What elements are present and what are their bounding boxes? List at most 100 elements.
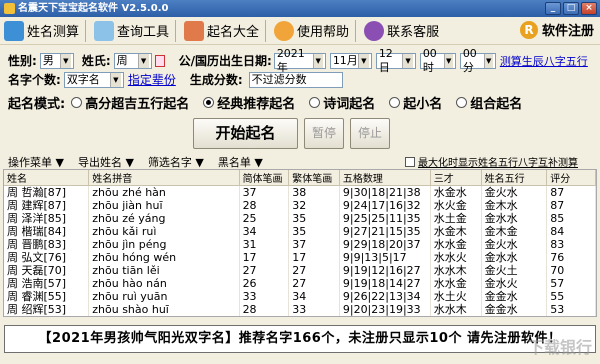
- checkbox-label: 最大化时显示姓名五行八字互补测算: [418, 158, 578, 169]
- table-cell: 55: [546, 290, 596, 303]
- column-header[interactable]: 姓名: [4, 170, 90, 186]
- year-select[interactable]: 2021年 ▼: [273, 47, 326, 74]
- stop-button[interactable]: 停止: [350, 118, 390, 149]
- table-row[interactable]: 周 泽洋[85] zhōu zé yáng 25 35 9|25|25|11|35 水土金…: [4, 212, 596, 225]
- toolbar-item-names[interactable]: 起名大全: [180, 18, 270, 44]
- hour-select[interactable]: 00时 ▼: [419, 47, 456, 74]
- mode-radio-nickname[interactable]: 起小名: [389, 93, 442, 112]
- surname-edit-icon[interactable]: [154, 54, 165, 67]
- toolbar-item-calc[interactable]: 姓名测算: [0, 18, 90, 44]
- table-row[interactable]: 周 天磊[70] zhōu tiān lěi 27 27 9|19|12|16|27 水水…: [4, 264, 596, 277]
- column-header[interactable]: 评分: [546, 170, 596, 186]
- table-cell: zhōu shào huī: [88, 303, 240, 316]
- day-select[interactable]: 12日 ▼: [375, 47, 416, 74]
- table-cell: 9|25|25|11|35: [339, 212, 431, 225]
- table-cell: 57: [546, 277, 596, 290]
- table-cell: zhōu ruì yuān: [88, 290, 240, 303]
- mode-label: 起名模式:: [8, 97, 66, 112]
- table-row[interactable]: 周 楷瑞[84] zhōu kǎi ruì 34 35 9|27|21|15|35 水金木…: [4, 225, 596, 238]
- register-button[interactable]: R 软件注册: [519, 20, 594, 39]
- table-cell: 金水水: [481, 212, 548, 225]
- mode-radio-poetry[interactable]: 诗词起名: [309, 93, 375, 112]
- table-cell: 周 泽洋[85]: [4, 212, 90, 225]
- table-cell: 水水金: [430, 238, 482, 251]
- mode-radio-wuxing[interactable]: 高分超吉五行起名: [71, 93, 189, 112]
- table-cell: 9|30|18|21|38: [339, 185, 431, 199]
- table-cell: zhōu jìn péng: [88, 238, 240, 251]
- mode-option-label: 组合起名: [470, 97, 523, 112]
- column-header[interactable]: 繁体笔画: [288, 170, 340, 186]
- table-cell: 周 建辉[87]: [4, 199, 90, 212]
- blacklist-menu[interactable]: 黑名单 ▼: [218, 154, 263, 170]
- column-header[interactable]: 姓名五行: [481, 170, 548, 186]
- month-select[interactable]: 11月 ▼: [329, 52, 372, 69]
- birth-label: 公/国历出生日期:: [178, 54, 272, 68]
- table-row[interactable]: 周 睿渊[55] zhōu ruì yuān 33 34 9|26|22|13|34 水土…: [4, 290, 596, 303]
- table-row[interactable]: 周 浩南[57] zhōu hào nán 26 27 9|19|18|14|27 水水金…: [4, 277, 596, 290]
- mode-option-label: 诗词起名: [323, 97, 376, 112]
- operation-menu[interactable]: 操作菜单 ▼: [8, 154, 64, 170]
- surname-select[interactable]: 周 ▼: [113, 52, 152, 69]
- table-cell: 84: [546, 225, 596, 238]
- table-cell: zhōu tiān lěi: [88, 264, 240, 277]
- list-menubar: 操作菜单 ▼ 导出姓名 ▼ 筛选名字 ▼ 黑名单 ▼ 最大化时显示姓名五行八字互…: [0, 154, 600, 170]
- table-cell: 水水火: [430, 251, 482, 264]
- table-cell: 37: [288, 238, 340, 251]
- mode-option-label: 经典推荐起名: [217, 97, 296, 112]
- toolbar-item-query[interactable]: 查询工具: [90, 18, 180, 44]
- name-length-select[interactable]: 双字名 ▼: [63, 71, 124, 88]
- app-window: 名震天下宝宝起名软件 V2.5.0.0 _ □ × 姓名测算 查询工具 起名大全…: [0, 0, 600, 364]
- table-cell: 53: [546, 303, 596, 316]
- table-cell: 9|20|23|19|33: [339, 303, 431, 316]
- table-cell: zhōu jiàn huī: [88, 199, 240, 212]
- minute-value: 00分: [462, 46, 477, 74]
- table-cell: zhōu zé yáng: [88, 212, 240, 225]
- table-row[interactable]: 周 建辉[87] zhōu jiàn huī 28 32 9|24|17|16|32 水火…: [4, 199, 596, 212]
- gender-select[interactable]: 男 ▼: [39, 52, 74, 69]
- table-row[interactable]: 周 弘文[76] zhōu hóng wén 17 17 9|9|13|5|17 水水火金…: [4, 251, 596, 264]
- toolbar-item-service[interactable]: 联系客服: [360, 18, 443, 44]
- search-icon: [94, 20, 115, 41]
- table-cell: 金水火: [481, 277, 548, 290]
- column-header[interactable]: 三才: [430, 170, 482, 186]
- toolbar-label: 起名大全: [207, 25, 260, 40]
- maximize-button[interactable]: □: [563, 2, 579, 15]
- table-row[interactable]: 周 晋鹏[83] zhōu jìn péng 31 37 9|29|18|20|37 水水…: [4, 238, 596, 251]
- close-button[interactable]: ×: [581, 2, 597, 15]
- zibei-link[interactable]: 指定辈份: [128, 71, 176, 88]
- score-value: 不过滤分数: [251, 72, 307, 86]
- name-results-table: 姓名 姓名拼音 简体笔画 繁体笔画 五格数理 三才 姓名五行 评分 周 哲瀚[87] zhōu …: [3, 169, 597, 317]
- table-cell: 9|19|18|14|27: [339, 277, 431, 290]
- table-cell: zhōu hào nán: [88, 277, 240, 290]
- app-icon: [4, 3, 15, 14]
- filter-menu[interactable]: 筛选名字 ▼: [148, 154, 204, 170]
- table-cell: 金木金: [481, 225, 548, 238]
- table-cell: 金金水: [481, 290, 548, 303]
- calculator-icon: [4, 20, 24, 41]
- export-menu[interactable]: 导出姓名 ▼: [78, 154, 134, 170]
- minimize-button[interactable]: _: [545, 2, 561, 15]
- show-wuxing-checkbox[interactable]: 最大化时显示姓名五行八字互补测算: [405, 154, 592, 169]
- mode-radio-combo[interactable]: 组合起名: [456, 93, 522, 112]
- table-cell: 37: [239, 185, 290, 199]
- bazi-link[interactable]: 测算生辰八字五行: [500, 53, 588, 69]
- table-cell: 9|26|22|13|34: [339, 290, 431, 303]
- register-label: 软件注册: [541, 24, 594, 39]
- table-row[interactable]: 周 绍辉[53] zhōu shào huī 28 33 9|20|23|19|33 水水…: [4, 303, 596, 316]
- mode-radio-classic[interactable]: 经典推荐起名: [203, 93, 295, 112]
- score-input[interactable]: 不过滤分数: [248, 71, 343, 88]
- hour-value: 00时: [422, 46, 437, 74]
- toolbar-item-help[interactable]: 使用帮助: [270, 18, 360, 44]
- pause-button[interactable]: 暂停: [304, 118, 344, 149]
- column-header[interactable]: 姓名拼音: [88, 170, 240, 186]
- table-cell: 83: [546, 238, 596, 251]
- toolbar-label: 查询工具: [117, 25, 170, 40]
- column-header[interactable]: 五格数理: [339, 170, 431, 186]
- table-cell: 水金水: [430, 185, 482, 199]
- start-naming-button[interactable]: 开始起名: [193, 118, 298, 149]
- gender-label: 性别:: [8, 54, 37, 68]
- column-header[interactable]: 简体笔画: [239, 170, 290, 186]
- table-cell: 38: [288, 185, 340, 199]
- minute-select[interactable]: 00分 ▼: [459, 47, 496, 74]
- table-row[interactable]: 周 哲瀚[87] zhōu zhé hàn 37 38 9|30|18|21|38 水金水…: [4, 185, 596, 199]
